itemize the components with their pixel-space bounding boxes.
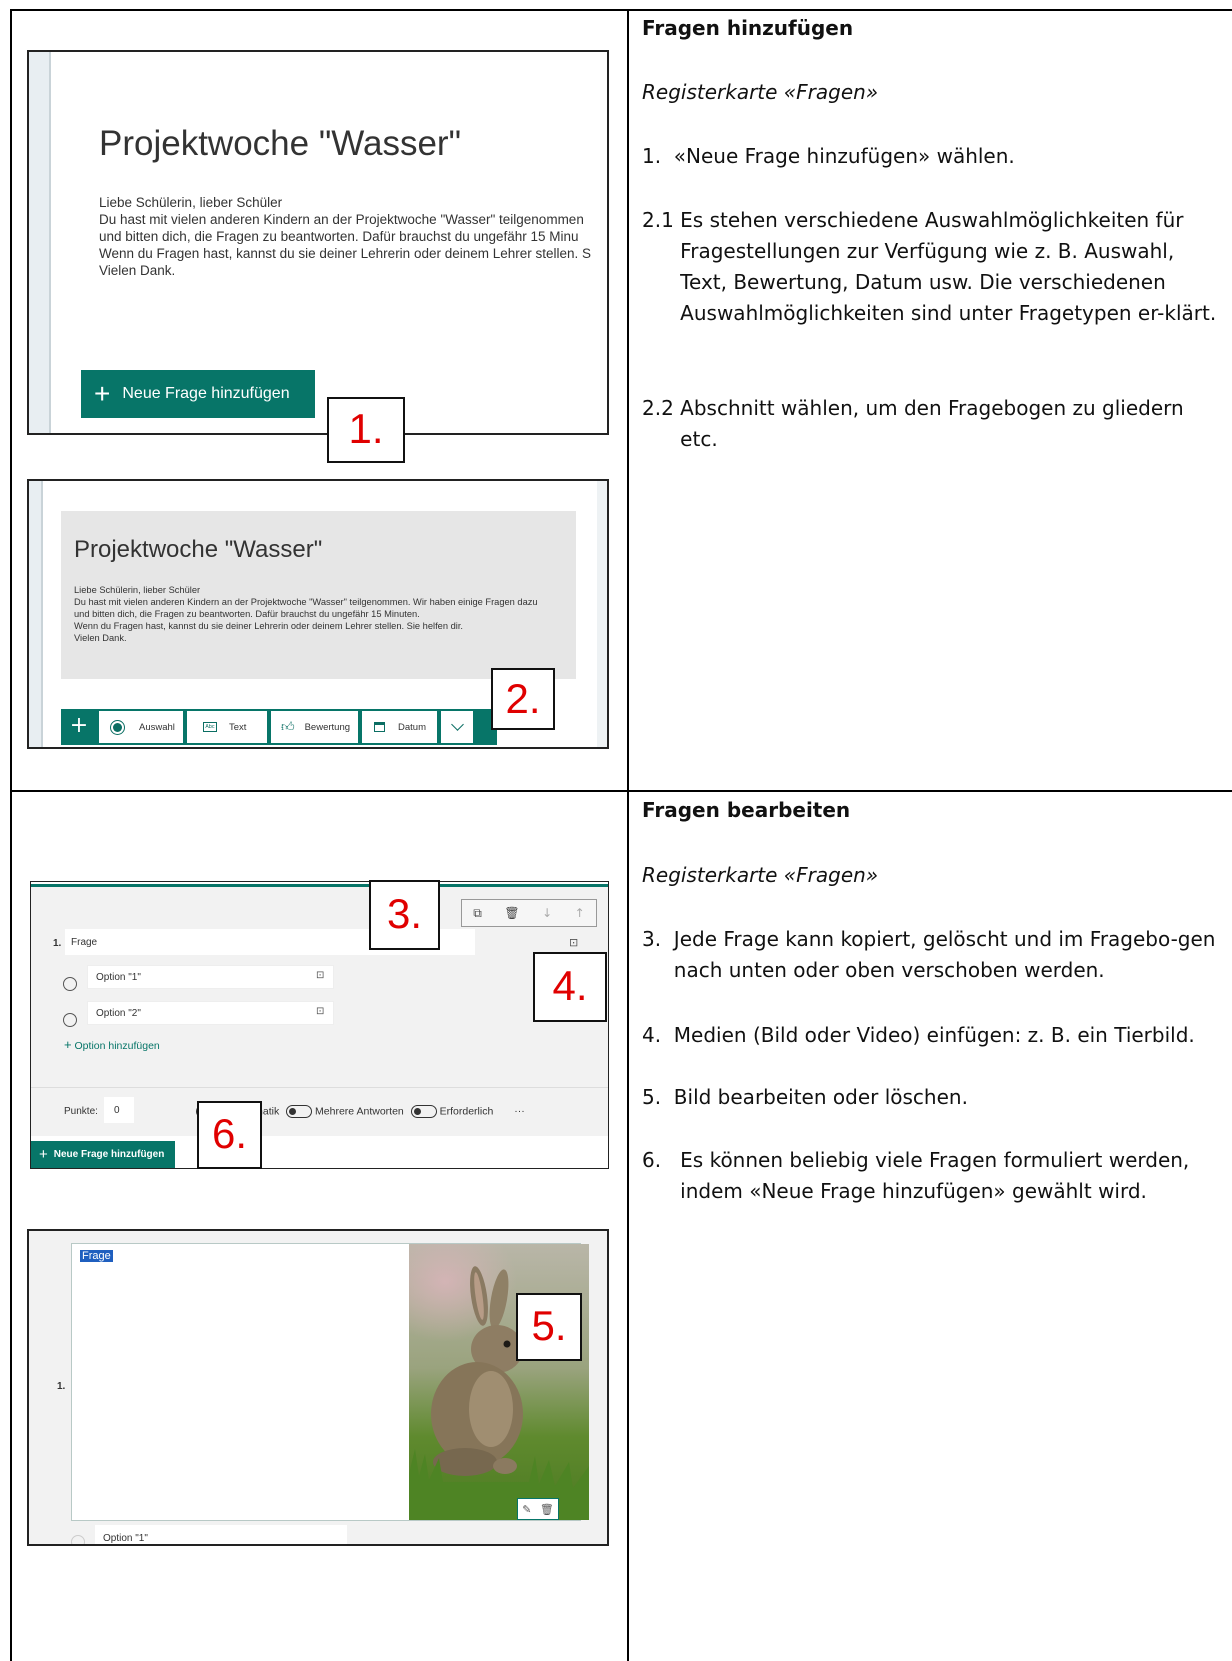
option-input[interactable]: Option "1" (87, 965, 334, 989)
insert-media-icon[interactable]: ⊡ (569, 936, 578, 949)
required-toggle[interactable] (410, 1105, 437, 1118)
step-text: Medien (Bild oder Video) einfügen: z. B.… (673, 1023, 1195, 1047)
rabbit-image (389, 1244, 607, 1544)
type-rating-button[interactable]: 👍︎ Bewertung (271, 711, 358, 743)
form-description: Liebe Schülerin, lieber Schüler Du hast … (99, 195, 592, 278)
section1-heading: Fragen hinzufügen (642, 16, 854, 40)
radio-icon (113, 722, 122, 732)
add-option-link[interactable]: + Option hinzufügen (64, 1037, 160, 1052)
pencil-icon[interactable]: ✎ (522, 1503, 531, 1516)
plus-icon: + (39, 1146, 48, 1163)
step-text: Abschnitt wählen, um den Fragebogen zu g… (680, 396, 1184, 451)
add-plus-button[interactable]: + (61, 709, 97, 745)
arrow-down-icon[interactable]: ↓ (542, 906, 552, 920)
step-4: 4. Medien (Bild oder Video) einfügen: z.… (642, 1020, 1222, 1051)
screenshot-question-editor: ⧉ 🗑︎ ↓ ↑ 1. Frage ⊡ Option "1" ⊡ Option … (30, 881, 609, 1169)
section2-heading: Fragen bearbeiten (642, 798, 851, 822)
form-title: Projektwoche "Wasser" (74, 536, 323, 563)
type-label: Text (229, 721, 247, 733)
option-radio[interactable] (63, 973, 77, 992)
callout-4: 4. (533, 952, 607, 1022)
more-types-button[interactable] (441, 711, 473, 743)
question-number: 1. (57, 1381, 66, 1392)
step-num: 2.1 (642, 208, 681, 232)
step-num: 6. (642, 1148, 681, 1172)
step-num: 2.2 (642, 396, 681, 420)
step-num: 4. (642, 1023, 674, 1047)
section1-subheading: Registerkarte «Fragen» (642, 80, 879, 104)
callout-5: 5. (516, 1293, 582, 1361)
step-1: 1. «Neue Frage hinzufügen» wählen. (642, 141, 1222, 172)
plus-icon: + (94, 378, 111, 409)
step-text: Es stehen verschiedene Auswahlmöglichkei… (680, 208, 1217, 325)
option-radio[interactable] (63, 1009, 77, 1028)
plus-icon: + (64, 1037, 72, 1052)
more-options-icon[interactable]: ··· (514, 1105, 525, 1117)
section2-subheading: Registerkarte «Fragen» (642, 863, 879, 887)
type-text-button[interactable]: Abc Text (187, 711, 267, 743)
callout-6: 6. (197, 1101, 262, 1169)
option-radio[interactable] (71, 1531, 85, 1544)
type-label: Datum (398, 721, 426, 733)
option-input[interactable]: Option "1" (95, 1525, 347, 1544)
option-input[interactable]: Option "2" (87, 1001, 334, 1025)
callout-3: 3. (369, 880, 440, 950)
step-num: 3. (642, 927, 674, 951)
thumbs-up-icon: 👍︎ (281, 719, 295, 735)
trash-icon[interactable]: 🗑︎ (540, 1503, 554, 1516)
type-auswahl-button[interactable]: Auswahl (99, 711, 183, 743)
multiple-answers-toggle[interactable] (286, 1105, 313, 1118)
step-text: «Neue Frage hinzufügen» wählen. (673, 144, 1015, 168)
option-media-icon[interactable]: ⊡ (316, 970, 324, 981)
points-input[interactable]: 0 (104, 1097, 134, 1123)
add-question-button[interactable]: + Neue Frage hinzufügen (31, 1141, 175, 1168)
question-toolbar: ⧉ 🗑︎ ↓ ↑ (461, 899, 597, 927)
form-title: Projektwoche "Wasser" (99, 124, 461, 163)
text-field-icon: Abc (203, 722, 217, 732)
callout-1: 1. (327, 397, 405, 463)
step-5: 5. Bild bearbeiten oder löschen. (642, 1082, 1222, 1113)
form-description: Liebe Schülerin, lieber Schüler Du hast … (74, 585, 538, 643)
type-date-button[interactable]: Datum (362, 711, 437, 743)
type-label: Bewertung (304, 721, 351, 733)
chevron-down-icon (450, 718, 464, 731)
copy-icon[interactable]: ⧉ (473, 906, 482, 921)
callout-2: 2. (491, 668, 555, 730)
calendar-icon (374, 722, 385, 732)
trash-icon[interactable]: 🗑︎ (504, 906, 519, 920)
step-2-2: 2.2 Abschnitt wählen, um den Fragebogen … (642, 393, 1222, 455)
step-text: Jede Frage kann kopiert, gelöscht und im… (673, 927, 1216, 982)
step-num: 1. (642, 144, 674, 168)
step-2-1: 2.1 Es stehen verschiedene Auswahlmöglic… (642, 205, 1222, 329)
screenshot-question-image: Frage 1. ✎ 🗑︎ Option "1" (27, 1229, 609, 1546)
question-text-selected[interactable]: Frage (80, 1250, 113, 1262)
screenshot-form-header: Projektwoche "Wasser" Liebe Schülerin, l… (27, 50, 609, 435)
step-3: 3. Jede Frage kann kopiert, gelöscht und… (642, 924, 1222, 986)
question-number: 1. (53, 938, 62, 949)
type-label: Auswahl (139, 721, 175, 733)
add-question-button[interactable]: + Neue Frage hinzufügen (81, 370, 315, 418)
step-6: 6. Es können beliebig viele Fragen formu… (642, 1145, 1222, 1207)
points-label: Punkte: (64, 1106, 98, 1117)
arrow-up-icon[interactable]: ↑ (575, 906, 585, 920)
option-media-icon[interactable]: ⊡ (316, 1006, 324, 1017)
step-num: 5. (642, 1085, 674, 1109)
step-text: Bild bearbeiten oder löschen. (673, 1085, 968, 1109)
plus-icon: + (69, 713, 89, 738)
image-actions: ✎ 🗑︎ (517, 1498, 559, 1520)
step-text: Es können beliebig viele Fragen formulie… (680, 1148, 1190, 1203)
add-question-label: Neue Frage hinzufügen (122, 385, 290, 402)
